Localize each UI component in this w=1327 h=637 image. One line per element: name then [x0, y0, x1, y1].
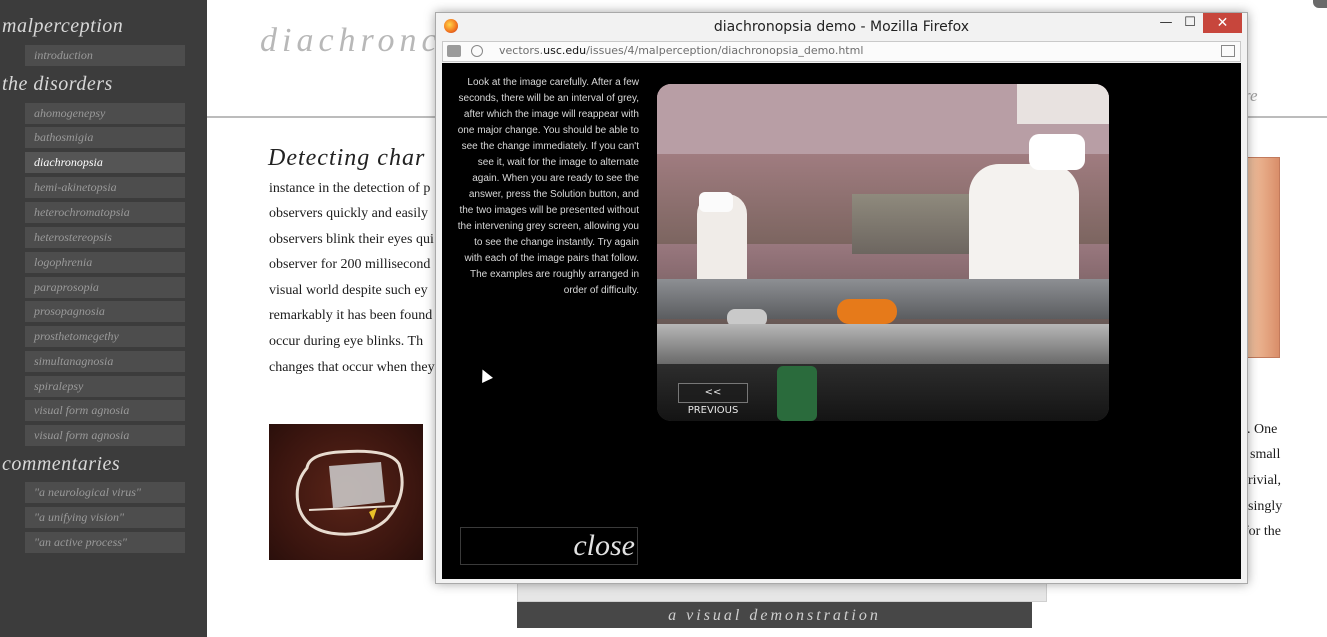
screen-corner — [1313, 0, 1327, 8]
photo-light — [1017, 84, 1109, 124]
demo-photo — [657, 84, 1109, 421]
sidebar-item-heterochromatopsia[interactable]: heterochromatopsia — [25, 202, 185, 223]
sidebar-item-hemi-akinetopsia[interactable]: hemi-akinetopsia — [25, 177, 185, 198]
sidebar-item-bathosmigia[interactable]: bathosmigia — [25, 127, 185, 148]
article-right-line: small — [1250, 447, 1281, 462]
section-title-disorders: the disorders — [2, 73, 113, 95]
article-line: visual world despite such ey — [269, 283, 428, 298]
photo-trees-mural — [852, 194, 982, 254]
sidebar-item-spiralepsy[interactable]: spiralepsy — [25, 376, 185, 397]
sidebar-item-prosthetomegethy[interactable]: prosthetomegethy — [25, 326, 185, 347]
globe-icon — [471, 45, 483, 57]
photo-sushi-plate — [837, 299, 897, 324]
sidebar-item-neurological-virus[interactable]: "a neurological virus" — [25, 482, 185, 503]
sidebar-item-visual-form-agnosia[interactable]: visual form agnosia — [25, 400, 185, 421]
article-line: remarkably it has been found — [269, 308, 433, 323]
sidebar-item-prosopagnosia[interactable]: prosopagnosia — [25, 301, 185, 322]
article-heading: Detecting char — [268, 145, 426, 171]
section-title-malperception: malperception — [2, 15, 124, 37]
article-line: observers blink their eyes qui — [269, 232, 434, 247]
close-button[interactable]: close — [460, 527, 638, 565]
sidebar: malperception introduction the disorders… — [0, 0, 207, 637]
article-right-line: singly — [1248, 499, 1283, 514]
page-header-title: diachronc — [260, 22, 442, 59]
sidebar-item-introduction[interactable]: introduction — [25, 45, 185, 66]
sidebar-item-active-process[interactable]: "an active process" — [25, 532, 185, 553]
sidebar-item-logophrenia[interactable]: logophrenia — [25, 252, 185, 273]
url-text[interactable]: vectors.usc.edu/issues/4/malperception/d… — [499, 44, 863, 57]
sidebar-item-unifying-vision[interactable]: "a unifying vision" — [25, 507, 185, 528]
sidebar-item-visual-form-agnosia-2[interactable]: visual form agnosia — [25, 425, 185, 446]
banner-shadow — [517, 582, 1047, 602]
firefox-popup-window: diachronopsia demo - Mozilla Firefox — ☐… — [435, 12, 1248, 584]
demo-banner[interactable]: a visual demonstration — [517, 602, 1032, 628]
article-line: instance in the detection of p — [269, 181, 431, 196]
window-titlebar[interactable]: diachronopsia demo - Mozilla Firefox — ☐… — [436, 13, 1247, 41]
reader-view-icon[interactable] — [1221, 45, 1235, 57]
section-title-commentaries: commentaries — [2, 453, 121, 475]
photo-bottle — [777, 366, 817, 421]
sidebar-item-paraprosopia[interactable]: paraprosopia — [25, 277, 185, 298]
previous-button[interactable]: << PREVIOUS — [678, 383, 748, 416]
photo-chef-hat-right — [1029, 134, 1085, 170]
page-icon — [447, 45, 461, 57]
article-right-line: for the — [1244, 524, 1281, 539]
article-line: changes that occur when they — [269, 360, 435, 375]
eyeglass-image[interactable] — [269, 424, 423, 560]
article-right-line: rivial, — [1248, 473, 1282, 488]
article-line: observers quickly and easily — [269, 206, 429, 221]
window-title: diachronopsia demo - Mozilla Firefox — [713, 19, 970, 35]
article-line: occur during eye blinks. Th — [269, 334, 424, 349]
sidebar-item-diachronopsia[interactable]: diachronopsia — [25, 152, 185, 173]
instructions-text: Look at the image carefully. After a few… — [457, 77, 639, 296]
url-bar[interactable]: vectors.usc.edu/issues/4/malperception/d… — [442, 41, 1241, 62]
popup-content: Look at the image carefully. After a few… — [442, 63, 1241, 579]
close-window-button[interactable]: ✕ — [1203, 13, 1242, 33]
article-line: observer for 200 millisecond — [269, 257, 431, 272]
photo-chef-hat-left — [699, 192, 733, 212]
maximize-button[interactable]: ☐ — [1176, 13, 1204, 33]
sidebar-item-simultanagnosia[interactable]: simultanagnosia — [25, 351, 185, 372]
sidebar-item-ahomogenepsy[interactable]: ahomogenepsy — [25, 103, 185, 124]
sidebar-item-heterostereopsis[interactable]: heterostereopsis — [25, 227, 185, 248]
photo-counter — [657, 324, 1109, 364]
